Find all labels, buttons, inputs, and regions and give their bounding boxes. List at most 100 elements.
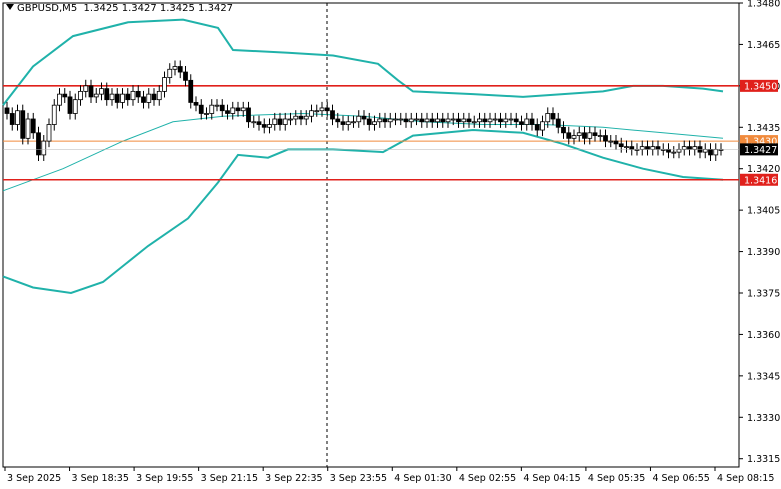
candle-body xyxy=(172,66,178,70)
candle-body xyxy=(193,102,199,106)
candle-body xyxy=(30,118,36,134)
candle-body xyxy=(330,110,335,120)
candle-body xyxy=(445,118,451,123)
candle-body xyxy=(183,71,188,81)
candle-body xyxy=(471,121,477,124)
candle-body xyxy=(156,90,162,101)
candle-body xyxy=(403,118,409,123)
candle-body xyxy=(576,132,582,136)
candle-body xyxy=(151,93,157,101)
candle-body xyxy=(130,90,136,101)
candle-body xyxy=(487,118,493,123)
candle-body xyxy=(277,118,283,125)
candle-body xyxy=(613,140,619,145)
y-tick-label: 1.3435 xyxy=(747,123,780,134)
candle-body xyxy=(692,146,698,150)
candle-body xyxy=(298,115,304,120)
candle-body xyxy=(513,118,519,123)
y-tick-label: 1.3420 xyxy=(747,164,780,175)
level-tag-label: 1.3450 xyxy=(744,81,777,92)
plot-frame xyxy=(2,2,740,468)
candle-body xyxy=(36,132,41,156)
x-tick-label: 3 Sep 23:55 xyxy=(330,473,387,484)
candle-body xyxy=(319,107,325,112)
candle-body xyxy=(492,118,498,121)
candle-body xyxy=(540,121,545,131)
candle-body xyxy=(408,118,414,123)
candle-body xyxy=(597,135,603,137)
candle-body xyxy=(4,107,10,114)
candle-body xyxy=(214,104,220,107)
candle-body xyxy=(582,132,587,139)
candle-body xyxy=(261,124,267,128)
candle-body xyxy=(503,118,509,123)
candle-body xyxy=(114,93,120,103)
candle-body xyxy=(414,118,419,121)
candle-body xyxy=(120,93,125,103)
x-tick-label: 3 Sep 2025 xyxy=(7,473,61,484)
candle-body xyxy=(240,107,246,112)
candle-body xyxy=(293,115,299,120)
candle-body xyxy=(146,93,152,103)
candle-body xyxy=(309,110,314,117)
candle-body xyxy=(550,113,556,120)
x-tick-label: 4 Sep 04:15 xyxy=(523,473,580,484)
candle-body xyxy=(372,121,377,125)
candle-body xyxy=(9,113,15,125)
candle-body xyxy=(167,68,173,78)
candle-body xyxy=(235,107,241,112)
bollinger-lower-band xyxy=(2,128,724,295)
candle-body xyxy=(324,107,330,112)
candle-body xyxy=(62,93,68,98)
candle-body xyxy=(219,104,225,112)
x-tick-label: 4 Sep 05:35 xyxy=(588,473,645,484)
candle-body xyxy=(624,146,629,149)
candle-body xyxy=(639,146,645,150)
candle-body xyxy=(566,132,572,139)
candle-body xyxy=(608,140,614,143)
x-tick-label: 4 Sep 01:30 xyxy=(394,473,451,484)
current-price-label: 1.3427 xyxy=(744,145,777,156)
candle-body xyxy=(141,96,146,103)
candle-body xyxy=(282,118,288,125)
candle-body xyxy=(345,121,351,125)
candle-body xyxy=(450,118,456,121)
candle-body xyxy=(424,118,430,123)
candle-body xyxy=(88,85,94,98)
candle-body xyxy=(188,79,194,103)
candle-body xyxy=(671,151,677,154)
candle-body xyxy=(618,143,624,148)
candle-body xyxy=(529,118,535,125)
candle-body xyxy=(198,104,204,114)
candle-body xyxy=(209,104,215,114)
y-tick-label: 1.3405 xyxy=(747,206,780,217)
candle-body xyxy=(83,85,89,92)
candle-body xyxy=(498,118,503,123)
candle-body xyxy=(666,148,671,153)
candle-body xyxy=(356,115,362,123)
candle-body xyxy=(162,77,167,92)
x-tick-label: 4 Sep 02:55 xyxy=(459,473,516,484)
candle-body xyxy=(20,110,26,139)
candle-body xyxy=(650,146,656,150)
candle-body xyxy=(561,126,566,134)
price-chart[interactable]: 1.3480 1.3465 1.3450 1.3435 1.3420 1.3405 1.33… xyxy=(0,0,781,489)
candle-body xyxy=(303,115,309,120)
candle-body xyxy=(67,96,73,114)
candle-body xyxy=(645,146,650,150)
candle-body xyxy=(288,118,293,121)
candle-body xyxy=(477,118,482,123)
candle-body xyxy=(429,118,435,123)
candle-body xyxy=(687,146,692,150)
candle-body xyxy=(519,121,524,125)
candle-body xyxy=(272,118,278,125)
candle-body xyxy=(251,121,257,124)
candle-body xyxy=(545,113,551,123)
candle-body xyxy=(456,118,461,123)
x-tick-label: 3 Sep 18:35 xyxy=(72,473,129,484)
candle-body xyxy=(25,118,31,139)
candle-body xyxy=(393,118,398,121)
candle-body xyxy=(461,118,467,123)
candle-body xyxy=(109,93,115,101)
candle-body xyxy=(466,118,472,123)
